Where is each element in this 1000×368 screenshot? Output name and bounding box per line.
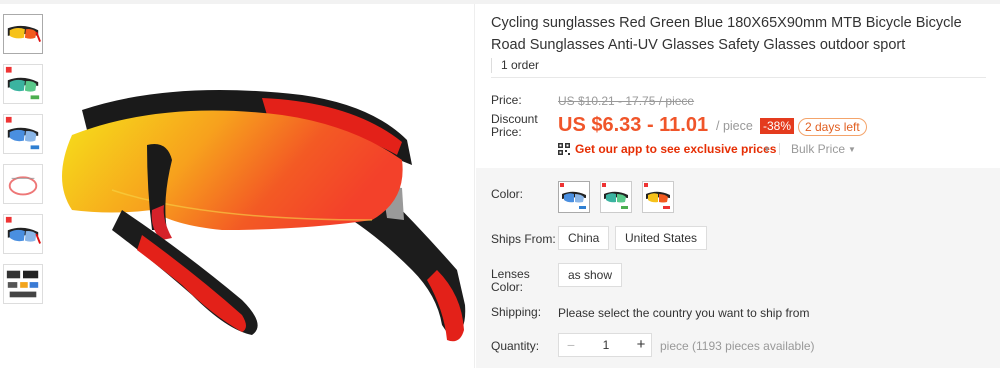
app-promo-link[interactable]: Get our app to see exclusive prices (575, 142, 776, 156)
shipping-label: Shipping: (491, 305, 542, 319)
sunglasses-blue-2-thumb-icon (5, 216, 41, 244)
product-info-panel: Cycling sunglasses Red Green Blue 180X65… (476, 0, 1000, 368)
price-label: Price: (491, 93, 522, 107)
discount-price-label: Discount Price: (491, 112, 538, 139)
sunglasses-green-swatch-icon (602, 183, 628, 209)
qr-code-icon (558, 143, 570, 155)
thumbnail-6[interactable] (3, 264, 43, 304)
thumbnail-3[interactable] (3, 114, 43, 154)
thumbnail-4[interactable] (3, 164, 43, 204)
per-unit-label: / piece (716, 119, 753, 133)
sunglasses-red-swatch-icon (644, 183, 670, 209)
availability-text: piece (1193 pieces available) (660, 339, 815, 353)
sunglasses-kit-thumb-icon (6, 270, 39, 298)
lenses-color-label: Lenses Color: (491, 267, 530, 294)
original-price: US $10.21 - 17.75 / piece (558, 94, 695, 108)
thumbnail-1[interactable] (3, 14, 43, 54)
chevron-down-icon[interactable]: ▼ (848, 145, 856, 154)
lenses-color-option[interactable]: as show (558, 263, 623, 287)
quantity-stepper: − 1 + (558, 333, 652, 357)
order-count: 1 order (501, 58, 540, 72)
sunglasses-red-thumb-icon (7, 25, 41, 42)
color-swatch-blue[interactable] (558, 181, 590, 213)
sunglasses-blue-thumb-icon (5, 116, 40, 150)
thumbnail-2[interactable] (3, 64, 43, 104)
column-divider (474, 4, 475, 368)
glasses-frame-thumb-icon (8, 176, 38, 196)
color-swatch-green[interactable] (600, 181, 632, 213)
discount-badge: -38% (760, 118, 795, 134)
chevron-down-icon[interactable]: ▼ (763, 145, 771, 154)
sunglasses-blue-swatch-icon (560, 183, 586, 209)
quantity-decrease-button[interactable]: − (559, 334, 583, 356)
quantity-label: Quantity: (491, 339, 540, 353)
ships-from-united-states[interactable]: United States (615, 226, 708, 250)
thumbnail-5[interactable] (3, 214, 43, 254)
order-count-row: 1 order (491, 55, 986, 78)
color-swatch-red[interactable] (642, 181, 674, 213)
bulk-price-link[interactable]: Bulk Price (791, 142, 845, 156)
ships-from-china[interactable]: China (558, 226, 610, 250)
quantity-input[interactable]: 1 (583, 334, 629, 356)
current-price: US $6.33 - 11.01 (558, 114, 709, 136)
days-left-badge: 2 days left (798, 118, 867, 136)
shipping-message: Please select the country you want to sh… (558, 306, 810, 320)
sunglasses-image-icon (62, 90, 466, 342)
quantity-increase-button[interactable]: + (629, 334, 653, 356)
color-label: Color: (491, 187, 524, 201)
ships-from-label: Ships From: (491, 232, 556, 246)
options-panel (476, 168, 1000, 368)
main-product-image[interactable] (52, 70, 472, 360)
sunglasses-green-thumb-icon (5, 66, 40, 100)
product-title: Cycling sunglasses Red Green Blue 180X65… (491, 15, 962, 53)
